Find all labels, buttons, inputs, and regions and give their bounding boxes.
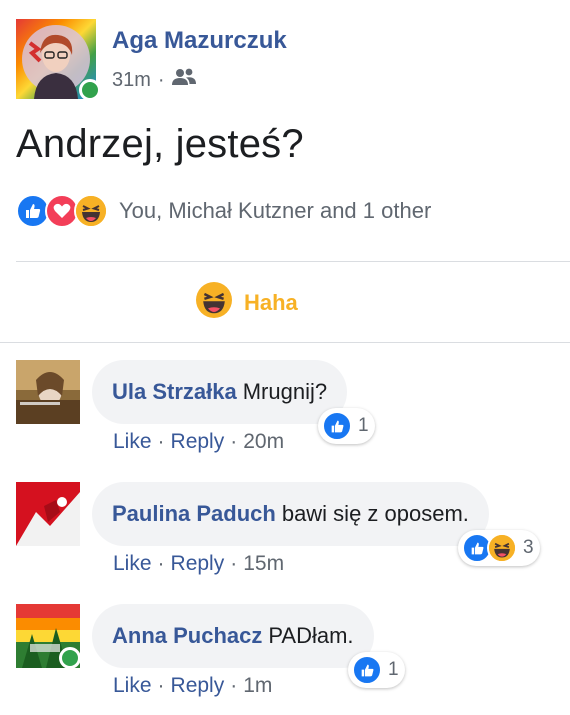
comment-bubble: Anna Puchacz PADłam.	[92, 604, 374, 668]
action-separator: ·	[230, 674, 238, 697]
divider	[16, 261, 570, 262]
like-comment-link[interactable]: Like	[113, 552, 152, 576]
reply-comment-link[interactable]: Reply	[171, 552, 225, 576]
action-separator: ·	[157, 674, 165, 697]
action-separator: ·	[157, 430, 165, 453]
comment-reaction-count: 1	[388, 659, 399, 680]
comment-reactions-badge[interactable]: 1	[348, 652, 405, 688]
like-comment-link[interactable]: Like	[113, 430, 152, 454]
comment-author-name[interactable]: Ula Strzałka	[112, 379, 237, 405]
reply-comment-link[interactable]: Reply	[171, 674, 225, 698]
haha-icon	[196, 282, 232, 323]
comment-bubble: Paulina Paduch bawi się z oposem.	[92, 482, 489, 546]
action-separator: ·	[157, 552, 165, 575]
like-icon	[322, 411, 352, 441]
comment-reaction-count: 3	[523, 537, 534, 558]
haha-reaction-button[interactable]: Haha	[196, 282, 298, 323]
post-author-name[interactable]: Aga Mazurczuk	[112, 27, 287, 55]
action-separator: ·	[230, 430, 238, 453]
action-separator: ·	[230, 552, 238, 575]
haha-icon	[74, 194, 108, 228]
haha-reaction-label: Haha	[244, 289, 298, 315]
reactions-summary[interactable]: You, Michał Kutzner and 1 other	[16, 194, 431, 228]
comment-actions: Like · Reply · 20m	[113, 430, 284, 454]
post-meta: 31m ·	[112, 67, 196, 93]
comment-timestamp[interactable]: 15m	[243, 552, 284, 576]
comment-bubble: Ula Strzałka Mrugnij?	[92, 360, 348, 424]
comment-actions: Like · Reply · 15m	[113, 552, 284, 576]
online-status-indicator	[59, 647, 81, 669]
comment-author-avatar[interactable]	[16, 482, 80, 546]
post-timestamp[interactable]: 31m	[112, 69, 151, 92]
comment-author-name[interactable]: Anna Puchacz	[112, 623, 262, 649]
comment-reactions-badge[interactable]: 3	[458, 530, 540, 566]
comment-reaction-count: 1	[358, 415, 369, 436]
comment-text: Mrugnij?	[242, 379, 328, 404]
comment-timestamp[interactable]: 1m	[243, 674, 272, 698]
like-comment-link[interactable]: Like	[113, 674, 152, 698]
reply-comment-link[interactable]: Reply	[171, 430, 225, 454]
like-icon	[352, 655, 382, 685]
comment-reactions-badge[interactable]: 1	[318, 408, 375, 444]
online-status-indicator	[79, 79, 101, 101]
haha-icon	[487, 533, 517, 563]
post-body-text: Andrzej, jesteś?	[16, 122, 304, 166]
comment-actions: Like · Reply · 1m	[113, 674, 272, 698]
divider	[0, 342, 570, 343]
reactions-summary-text[interactable]: You, Michał Kutzner and 1 other	[119, 198, 431, 224]
comment-text: PADłam.	[268, 623, 354, 648]
comment-text: bawi się z oposem.	[281, 501, 469, 526]
comment-timestamp[interactable]: 20m	[243, 430, 284, 454]
comment-author-name[interactable]: Paulina Paduch	[112, 501, 276, 527]
meta-separator: ·	[157, 68, 165, 91]
friends-icon	[171, 67, 196, 93]
comment-author-avatar[interactable]	[16, 360, 80, 424]
